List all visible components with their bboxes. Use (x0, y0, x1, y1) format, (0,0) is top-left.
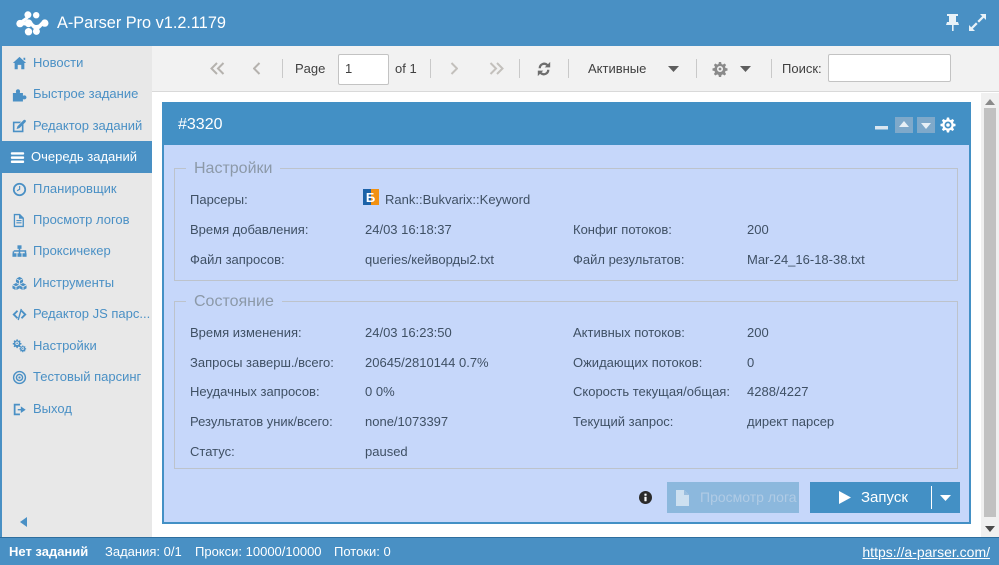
svg-text:Б: Б (366, 190, 375, 205)
